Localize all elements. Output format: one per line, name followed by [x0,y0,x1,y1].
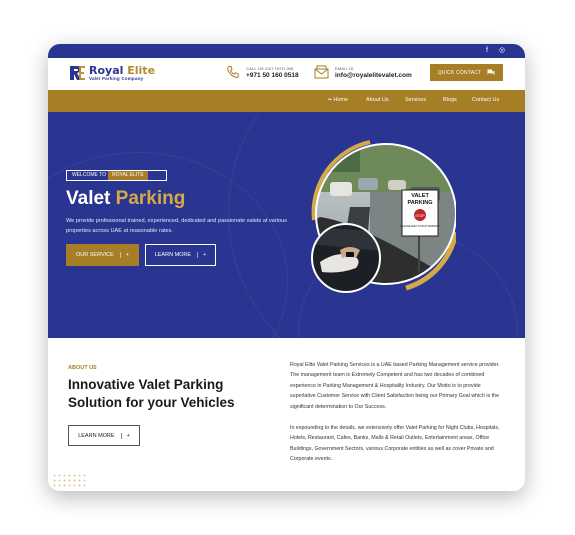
welcome-badge: WELCOME TO ROYAL ELITE [66,170,167,181]
logo-mark-icon [68,64,86,82]
chat-icon [487,69,495,76]
about-paragraph-1: Royal Elite Valet Parking Services is a … [290,362,500,410]
phone-icon [227,66,239,78]
sign-parking: PARKING [408,200,433,206]
about-paragraph-2: In expounding to the details, we extensi… [290,425,500,463]
about-title: Innovative Valet Parking Solution for yo… [68,377,235,410]
quick-contact-button[interactable]: QUICK CONTACT [430,64,503,81]
email-address[interactable]: info@royalelitevalet.com [335,72,412,79]
plus-icon: + [119,252,129,258]
quick-contact-label: QUICK CONTACT [437,69,482,76]
sign-wait: PLEASE WAIT FOR ATTENDANT [400,224,440,228]
logo-title: Royal Elite [89,64,156,77]
hero-section: WELCOME TO ROYAL ELITE Valet Parking We … [48,112,525,338]
nav-contact[interactable]: Contact Us [472,97,499,103]
sign-valet: VALET [411,193,429,199]
email-label: EMAIL ID [335,65,354,71]
logo[interactable]: Royal Elite Valet Parking Company [68,64,155,82]
about-learn-more-button[interactable]: LEARN MORE + [68,425,140,446]
dot-pattern [52,473,88,487]
main-nav: •• Home About Us Services Blogs Contact … [48,90,525,112]
hero-description: We provide professional trained, experie… [66,218,287,234]
plus-icon: + [120,432,130,439]
email-icon [314,65,329,79]
nav-home[interactable]: •• Home [328,97,348,103]
about-label: ABOUT US [68,365,97,371]
hero-title: Valet Parking [66,188,186,209]
nav-blogs[interactable]: Blogs [443,97,457,103]
about-section: ABOUT US Innovative Valet Parking Soluti… [48,338,525,491]
sign-stop: STOP [415,214,425,218]
phone-label: CALL US 24/7 HOTLINE [246,65,294,71]
browser-frame: f ◎ Royal Elite Valet Parking Company CA… [48,44,525,491]
plus-icon: + [197,252,206,258]
facebook-icon[interactable]: f [486,46,488,56]
our-service-button[interactable]: OUR SERVICE + [66,244,139,266]
phone-contact[interactable]: CALL US 24/7 HOTLINE +971 50 160 0518 [226,65,299,79]
hero-image: VALET PARKING STOP PLEASE WAIT FOR ATTEN… [310,132,459,300]
site-header: Royal Elite Valet Parking Company CALL U… [48,58,525,90]
nav-services[interactable]: Services [405,97,426,103]
nav-about[interactable]: About Us [366,97,389,103]
top-bar: f ◎ [48,44,525,58]
phone-number[interactable]: +971 50 160 0518 [246,72,299,79]
instagram-icon[interactable]: ◎ [499,46,505,56]
learn-more-button[interactable]: LEARN MORE + [145,244,216,266]
email-contact[interactable]: EMAIL ID info@royalelitevalet.com [314,65,412,79]
